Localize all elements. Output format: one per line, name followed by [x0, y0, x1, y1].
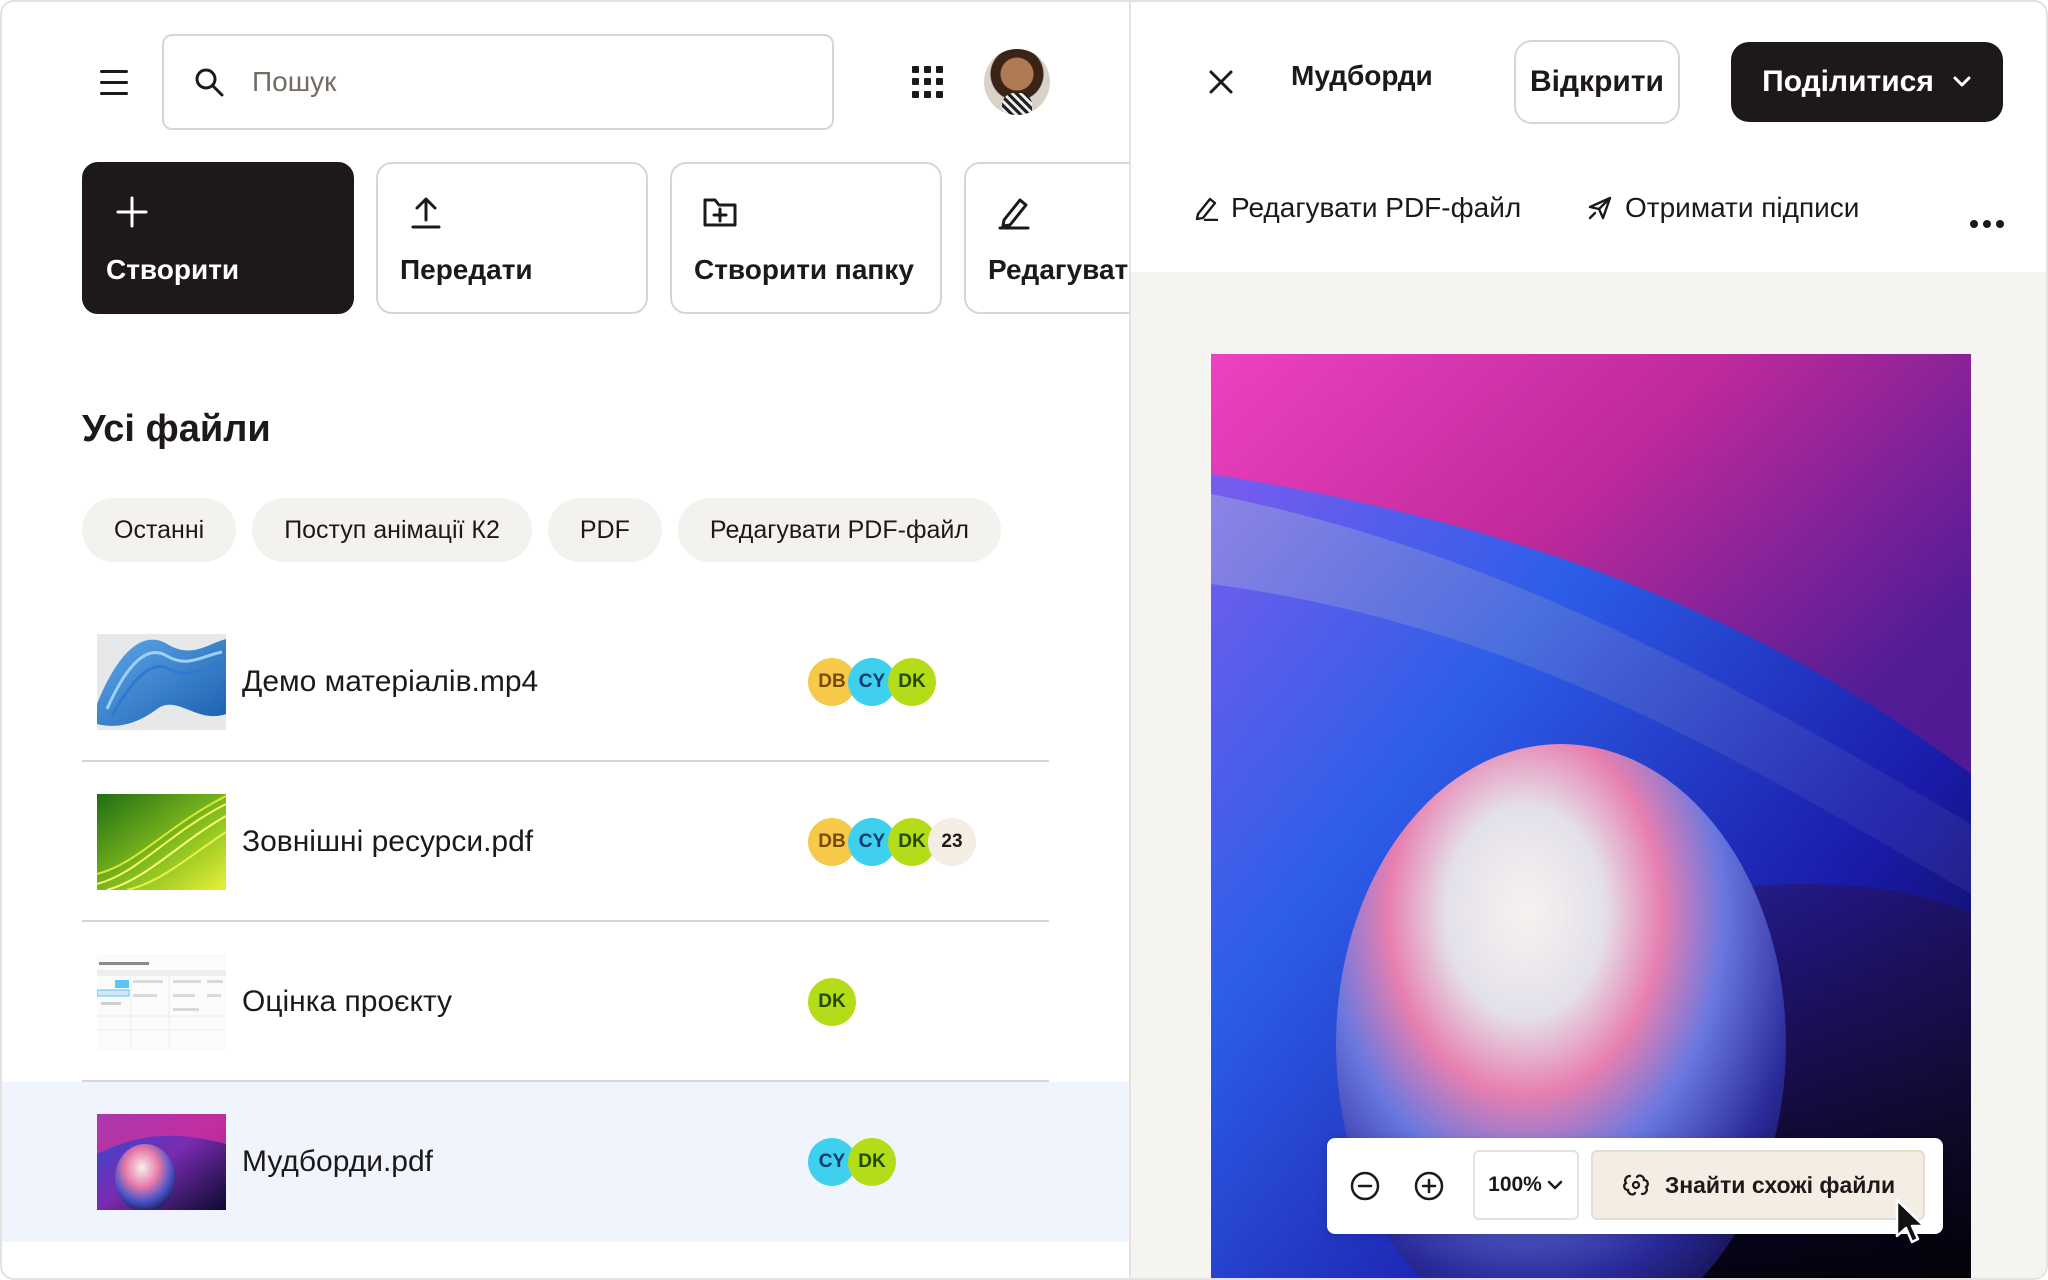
find-similar-label: Знайти схожі файли [1664, 1171, 1896, 1198]
close-icon[interactable] [1201, 62, 1241, 102]
zoom-toolbar: 100% Знайти схожі файли [1327, 1138, 1943, 1234]
pencil-icon [1195, 197, 1219, 221]
edit-pdf-button[interactable]: Редагувати PDF-файл [1193, 192, 1521, 224]
user-badge: DK [888, 658, 936, 706]
share-button-label: Поділитися [1762, 65, 1934, 98]
chip-animation-progress[interactable]: Поступ анімації К2 [252, 498, 532, 562]
shared-with: CY DK [808, 1138, 896, 1186]
preview-title: Мудборди [1291, 60, 1433, 91]
section-title: Усі файли [82, 408, 271, 450]
chip-edit-pdf[interactable]: Редагувати PDF-файл [677, 498, 1001, 562]
edit-button[interactable]: Редагувати [964, 162, 1129, 314]
similar-files-icon [1622, 1174, 1649, 1196]
user-badge: DK [808, 978, 856, 1026]
preview-canvas: 100% Знайти схожі файли [1131, 272, 2046, 1278]
chip-pdf[interactable]: PDF [547, 498, 662, 562]
search-input[interactable] [252, 66, 812, 98]
file-thumbnail [97, 954, 226, 1050]
edit-pdf-label: Редагувати PDF-файл [1231, 192, 1522, 223]
user-badge: DK [848, 1138, 896, 1186]
chevron-down-icon [1547, 1180, 1563, 1190]
create-button-label: Створити [106, 254, 240, 285]
edit-button-label: Редагувати [988, 254, 1129, 285]
zoom-out-icon[interactable] [1345, 1166, 1385, 1206]
search-icon [195, 68, 224, 97]
quick-actions: Створити Передати Створити папку Редагув… [82, 162, 1129, 314]
folder-plus-icon [703, 198, 737, 227]
get-signatures-label: Отримати підписи [1625, 192, 1860, 223]
file-row[interactable]: Зовнішні ресурси.pdf DB CY DK 23 [2, 762, 1129, 922]
chevron-down-icon [1953, 76, 1971, 87]
file-list: Демо матеріалів.mp4 DB CY DK Зовнішні ре… [2, 602, 1129, 1242]
file-name: Мудборди.pdf [242, 1145, 434, 1178]
app-window: Створити Передати Створити папку Редагув… [0, 0, 2048, 1280]
filter-chips: Останні Поступ анімації К2 PDF Редагуват… [82, 498, 1001, 562]
hamburger-menu-icon[interactable] [94, 62, 134, 102]
file-row-selected[interactable]: Мудборди.pdf CY DK [2, 1082, 1129, 1242]
find-similar-button[interactable]: Знайти схожі файли [1591, 1150, 1925, 1220]
search-box[interactable] [162, 34, 834, 130]
file-name: Зовнішні ресурси.pdf [242, 825, 534, 858]
file-thumbnail [97, 794, 226, 890]
upload-icon [411, 197, 441, 229]
file-name: Оцінка проєкту [242, 985, 453, 1018]
upload-button[interactable]: Передати [376, 162, 648, 314]
file-thumbnail [97, 1114, 226, 1210]
create-button[interactable]: Створити [82, 162, 354, 314]
shared-with: DB CY DK 23 [808, 818, 976, 866]
file-thumbnail [97, 634, 226, 730]
more-options-icon[interactable] [1970, 220, 2004, 228]
file-name: Демо матеріалів.mp4 [242, 665, 539, 698]
get-signatures-button[interactable]: Отримати підписи [1587, 192, 1859, 224]
pencil-icon [998, 198, 1030, 230]
shared-with: DK [808, 978, 856, 1026]
more-users-count: 23 [928, 818, 976, 866]
shared-with: DB CY DK [808, 658, 936, 706]
file-browser-pane: Створити Передати Створити папку Редагув… [2, 2, 1129, 1278]
zoom-select[interactable]: 100% [1473, 1150, 1579, 1220]
chip-recent[interactable]: Останні [82, 498, 237, 562]
upload-button-label: Передати [400, 254, 533, 285]
mouse-pointer-icon [1895, 1198, 1926, 1244]
file-row[interactable]: Оцінка проєкту DK [2, 922, 1129, 1082]
plus-icon [116, 196, 148, 228]
create-folder-button-label: Створити папку [694, 254, 914, 285]
open-button[interactable]: Відкрити [1514, 40, 1680, 124]
create-folder-button[interactable]: Створити папку [670, 162, 942, 314]
share-button[interactable]: Поділитися [1731, 42, 2003, 122]
apps-grid-icon[interactable] [912, 66, 944, 98]
send-icon [1588, 196, 1612, 220]
zoom-value: 100% [1488, 1173, 1542, 1196]
preview-pane: Мудборди Відкрити Поділитися Редагувати … [1129, 2, 2046, 1278]
avatar[interactable] [984, 49, 1050, 115]
zoom-in-icon[interactable] [1409, 1166, 1449, 1206]
file-row[interactable]: Демо матеріалів.mp4 DB CY DK [2, 602, 1129, 762]
preview-toolbar: Редагувати PDF-файл Отримати підписи [1131, 162, 2046, 272]
